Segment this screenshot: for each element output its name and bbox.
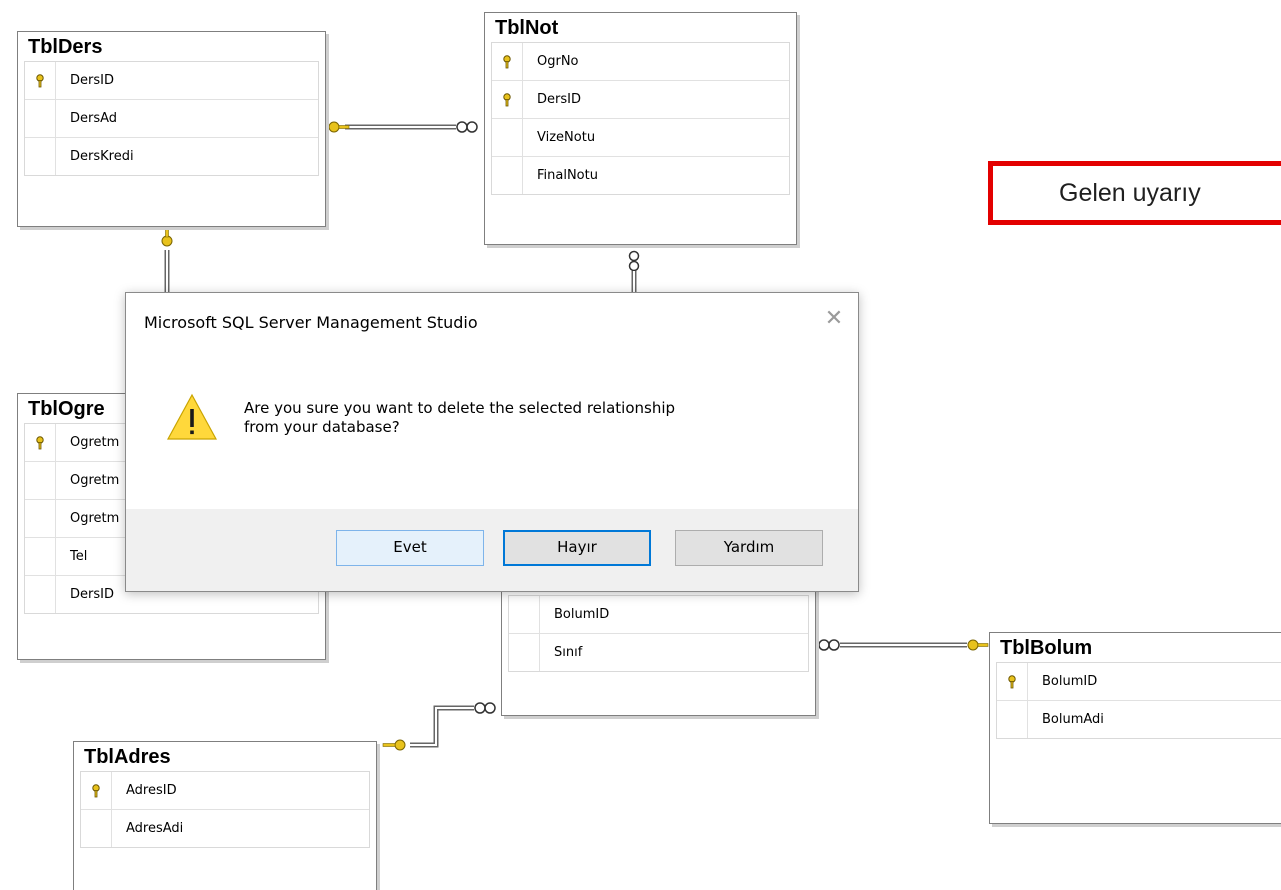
column-name: DersID (70, 73, 114, 88)
column-row[interactable]: AdresID (81, 772, 369, 810)
primary-key-icon (36, 435, 44, 449)
column-name: FinalNotu (537, 168, 598, 183)
column-name: DersID (70, 587, 114, 602)
column-name: BolumID (554, 607, 610, 622)
column-name: Ogretm (70, 435, 120, 450)
column-name: DersAd (70, 111, 118, 126)
selector-cell (492, 119, 523, 156)
primary-key-icon (503, 92, 511, 106)
dialog-message-line: Are you sure you want to delete the sele… (244, 399, 676, 417)
annotation-callout: Gelen uyarıy (988, 161, 1281, 225)
key-end-ders-ogretmen (161, 227, 173, 247)
selector-cell (25, 500, 56, 537)
column-row[interactable]: DersID (492, 81, 789, 119)
column-row[interactable]: VizeNotu (492, 119, 789, 157)
diagram-canvas: TblDers DersID DersAd DersKredi TblNot O… (0, 0, 1281, 890)
table-title: TblDers (28, 36, 103, 58)
column-row[interactable]: OgrNo (492, 43, 789, 81)
column-grid: AdresID AdresAdi (80, 771, 370, 848)
column-grid: BolumID BolumAdi (996, 662, 1281, 739)
selector-cell (81, 810, 112, 847)
confirm-delete-dialog: Microsoft SQL Server Management Studio ✕… (125, 292, 859, 592)
column-row[interactable]: DersID (25, 62, 318, 100)
column-name: DersID (537, 92, 581, 107)
primary-key-cell (25, 62, 56, 99)
table-title: TblBolum (1000, 637, 1093, 659)
relationship-ogrenci-bolum[interactable] (818, 639, 967, 651)
selector-cell (492, 157, 523, 194)
table-tblbolum[interactable]: TblBolum BolumID BolumAdi (989, 632, 1281, 824)
key-end-bolum (967, 639, 989, 651)
primary-key-icon (503, 54, 511, 68)
selector-cell (25, 462, 56, 499)
selector-cell (509, 634, 540, 671)
primary-key-cell (997, 663, 1028, 700)
dialog-title: Microsoft SQL Server Management Studio (144, 313, 478, 332)
dialog-message: Are you sure you want to delete the sele… (244, 399, 824, 437)
column-name: Ogretm (70, 473, 120, 488)
table-tblnot[interactable]: TblNot OgrNo DersID VizeNotu FinalNotu (484, 12, 797, 245)
column-row[interactable]: BolumID (509, 596, 808, 634)
table-title: TblAdres (84, 746, 171, 768)
key-end-adres (382, 739, 406, 751)
selector-cell (997, 701, 1028, 738)
column-row[interactable]: FinalNotu (492, 157, 789, 194)
column-grid: BolumID Sınıf (508, 595, 809, 672)
table-tbladres[interactable]: TblAdres AdresID AdresAdi (73, 741, 377, 890)
column-row[interactable]: BolumID (997, 663, 1281, 701)
close-icon[interactable]: ✕ (822, 307, 846, 331)
column-name: AdresID (126, 783, 177, 798)
column-name: BolumAdi (1042, 712, 1104, 727)
table-title: TblNot (495, 17, 559, 39)
relationship-ders-not[interactable] (345, 121, 478, 133)
column-name: Tel (70, 549, 88, 564)
selector-cell (25, 576, 56, 613)
column-grid: OgrNo DersID VizeNotu FinalNotu (491, 42, 790, 195)
primary-key-icon (92, 783, 100, 797)
column-row[interactable]: AdresAdi (81, 810, 369, 847)
column-name: BolumID (1042, 674, 1098, 689)
column-name: DersKredi (70, 149, 134, 164)
yes-button[interactable]: Evet (336, 530, 484, 566)
selector-cell (25, 538, 56, 575)
column-name: AdresAdi (126, 821, 184, 836)
selector-cell (509, 596, 540, 633)
column-row[interactable]: DersKredi (25, 138, 318, 175)
warning-icon (166, 393, 218, 440)
column-row[interactable]: DersAd (25, 100, 318, 138)
key-end-ders-not (328, 121, 350, 133)
primary-key-cell (492, 81, 523, 118)
selector-cell (25, 100, 56, 137)
column-name: VizeNotu (537, 130, 596, 145)
primary-key-cell (492, 43, 523, 80)
column-name: Sınıf (554, 645, 583, 660)
relationship-adres-ogrenci[interactable] (410, 702, 496, 748)
column-grid: DersID DersAd DersKredi (24, 61, 319, 176)
column-name: OgrNo (537, 54, 579, 69)
column-name: Ogretm (70, 511, 120, 526)
primary-key-cell (25, 424, 56, 461)
primary-key-icon (1008, 674, 1016, 688)
primary-key-cell (81, 772, 112, 809)
selector-cell (25, 138, 56, 175)
help-button[interactable]: Yardım (675, 530, 823, 566)
column-row[interactable]: BolumAdi (997, 701, 1281, 738)
dialog-message-line: from your database? (244, 418, 400, 436)
dialog-content: Microsoft SQL Server Management Studio ✕… (126, 293, 858, 509)
column-row[interactable]: Sınıf (509, 634, 808, 671)
no-button[interactable]: Hayır (503, 530, 651, 566)
primary-key-icon (36, 73, 44, 87)
table-tblders[interactable]: TblDers DersID DersAd DersKredi (17, 31, 326, 227)
